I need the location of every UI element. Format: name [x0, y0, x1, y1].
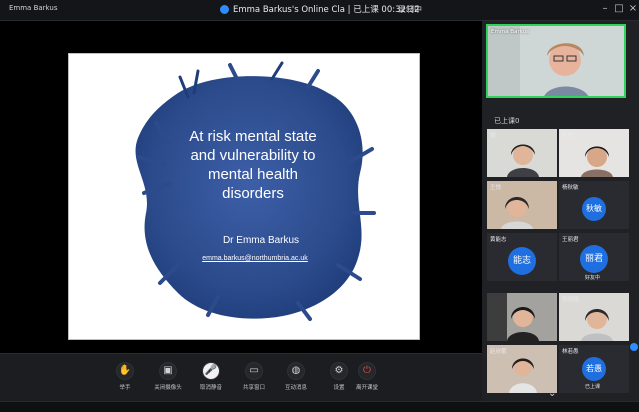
raise-hand-label: 举手	[119, 385, 131, 391]
participant-name: 钱	[490, 133, 496, 139]
meeting-title-wrap: Emma Barkus's Online Cla | 已上课 00:32:32	[220, 3, 420, 15]
participant-name: 林若愚	[562, 349, 579, 355]
meeting-status-icon	[220, 4, 229, 14]
camera-label: 关闭摄像头	[154, 385, 182, 391]
teacher-video-image	[488, 26, 624, 96]
meeting-title: Emma Barkus's Online Cla | 已上课 00:32:32	[233, 5, 420, 15]
slide-email: emma.barkus@northumbria.ac.uk	[202, 255, 308, 262]
minimize-icon[interactable]: –	[598, 2, 612, 16]
participant-name: 王悦	[490, 185, 502, 191]
close-icon[interactable]: ×	[626, 2, 639, 16]
leave-button[interactable]: ⏻ 离开课堂	[348, 362, 386, 391]
mic-icon: 🎤	[202, 362, 220, 380]
participant-avatar: 丽君	[580, 245, 608, 273]
participant-name: 杨秋敏	[562, 185, 579, 191]
participant-name: 王丽君	[562, 237, 579, 243]
presentation-slide: At risk mental state and vulnerability t…	[68, 53, 420, 340]
chevron-down-icon[interactable]: ⌄	[548, 388, 556, 399]
hand-icon: ✋	[116, 362, 134, 380]
chat-button[interactable]: ◍ 互动消息	[277, 362, 315, 391]
participant-tile[interactable]: 包贺	[559, 129, 629, 177]
participant-tile[interactable]: 杨秋敏 秋敏	[559, 181, 629, 229]
participants-section-title: 已上课0	[494, 117, 520, 125]
maximize-icon[interactable]: □	[612, 2, 626, 16]
share-label: 共享窗口	[242, 385, 265, 391]
teacher-video-tile[interactable]: Emma Barkus	[486, 24, 626, 98]
participant-status: 已上课	[585, 384, 601, 390]
teacher-name-label: Emma Barkus	[491, 29, 530, 35]
leave-label: 离开课堂	[355, 385, 378, 391]
chat-icon: ◍	[287, 362, 305, 380]
participant-name: 包贺	[562, 133, 574, 139]
camera-button[interactable]: ▣ 关闭摄像头	[149, 362, 187, 391]
participant-tile[interactable]	[487, 293, 557, 341]
camera-icon: ▣	[159, 362, 177, 380]
slide-title-line: and vulnerability to	[190, 147, 316, 164]
participant-sidebar: Emma Barkus 已上课0 钱 包贺 王悦 杨秋敏 秋敏 黄能志 能志 王…	[482, 21, 639, 401]
share-button[interactable]: ▭ 共享窗口	[235, 362, 273, 391]
settings-label: 设置	[333, 385, 345, 391]
os-taskbar	[0, 401, 639, 412]
participant-avatar: 若愚	[582, 357, 606, 381]
participant-tile[interactable]: 王悦	[487, 181, 557, 229]
participant-tile[interactable]: 王丽君 丽君 好友中	[559, 233, 629, 281]
participant-name: 赵欣蕾	[490, 349, 507, 355]
participant-tile[interactable]: 黄能志 能志	[487, 233, 557, 281]
recording-status: 录制中	[398, 5, 422, 14]
title-bar: Emma Barkus Emma Barkus's Online Cla | 已…	[0, 0, 639, 21]
meeting-toolbar: ✋ 举手 ▣ 关闭摄像头 🎤 取消静音 ▭ 共享窗口 ◍ 互动消息 ⚙ 设置 ⏻…	[0, 353, 482, 402]
slide-author: Dr Emma Barkus	[222, 235, 300, 246]
participant-name: 张佳园	[562, 297, 579, 303]
participant-avatar: 能志	[508, 247, 536, 275]
participant-video	[487, 129, 557, 177]
participant-tile[interactable]: 林若愚 若愚 已上课	[559, 345, 629, 393]
mute-label: 取消静音	[199, 385, 222, 391]
participant-status: 好友中	[585, 275, 601, 281]
chat-label: 互动消息	[284, 385, 307, 391]
power-icon: ⏻	[358, 362, 376, 380]
participant-name: 黄能志	[490, 237, 507, 243]
participant-tile[interactable]: 张佳园	[559, 293, 629, 341]
slide-title-line: disorders	[222, 185, 284, 202]
slide-title-line: mental health	[207, 166, 299, 183]
raise-hand-button[interactable]: ✋ 举手	[106, 362, 144, 391]
participant-tile[interactable]: 钱	[487, 129, 557, 177]
gear-icon: ⚙	[330, 362, 348, 380]
participant-avatar: 秋敏	[582, 197, 606, 221]
participant-video	[487, 293, 557, 341]
scroll-indicator-icon[interactable]	[630, 343, 638, 351]
shared-screen-area[interactable]: At risk mental state and vulnerability t…	[0, 21, 482, 353]
slide-title-line: At risk mental state	[189, 128, 317, 145]
participant-tile[interactable]: 赵欣蕾	[487, 345, 557, 393]
slide-title: At risk mental state and vulnerability t…	[158, 127, 348, 203]
mute-button[interactable]: 🎤 取消静音	[192, 362, 230, 391]
share-icon: ▭	[245, 362, 263, 380]
presenter-tag: Emma Barkus	[9, 4, 58, 12]
